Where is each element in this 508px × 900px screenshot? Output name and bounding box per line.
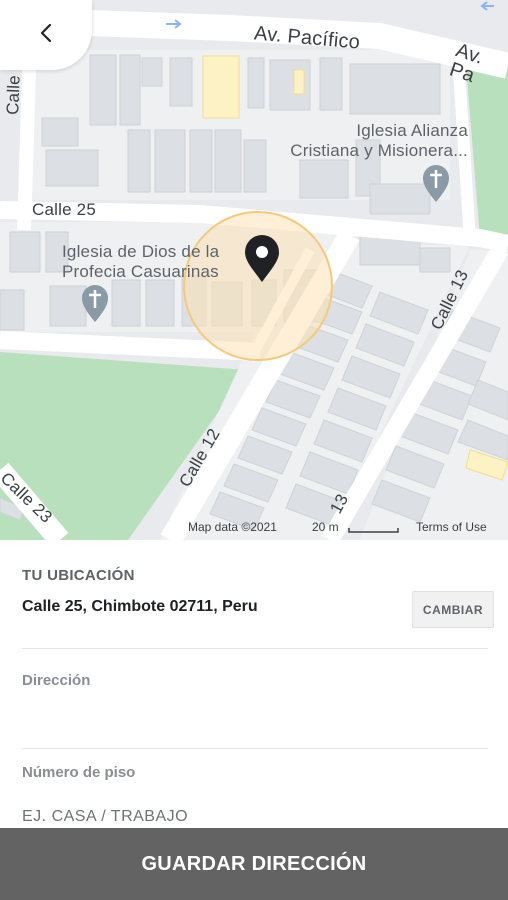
direccion-input[interactable] xyxy=(22,702,488,732)
street-label: Calle 25 xyxy=(32,200,96,219)
save-address-button[interactable]: GUARDAR DIRECCIÓN xyxy=(0,828,508,900)
poi-label-line: Iglesia de Dios de la xyxy=(62,242,220,261)
piso-label: Número de piso xyxy=(22,764,136,781)
divider xyxy=(22,648,488,649)
direccion-label: Dirección xyxy=(22,672,91,689)
back-button[interactable] xyxy=(0,0,92,70)
map-scale-label: 20 m xyxy=(312,520,339,534)
location-section-title: TU UBICACIÓN xyxy=(22,567,135,584)
chevron-left-icon xyxy=(40,23,52,43)
poi-label: Iglesia de Dios de la Profecia Casuarina… xyxy=(62,242,219,282)
poi-label: Iglesia Alianza Cristiana y Misionera... xyxy=(272,121,468,161)
divider xyxy=(22,748,488,749)
current-address: Calle 25, Chimbote 02711, Peru xyxy=(22,598,258,615)
poi-label-line: Iglesia Alianza xyxy=(356,121,468,140)
change-location-button[interactable]: CAMBIAR xyxy=(412,591,494,628)
street-label: Calle xyxy=(3,74,24,116)
map-view[interactable]: Av. Pacífico Av. Pa Calle Calle 25 Calle… xyxy=(0,0,508,540)
map-data-attribution: Map data ©2021 xyxy=(188,520,277,534)
terms-of-use-link[interactable]: Terms of Use xyxy=(416,520,487,534)
poi-label-line: Cristiana y Misionera... xyxy=(290,141,468,160)
location-accuracy-circle xyxy=(183,211,333,361)
poi-label-line: Profecia Casuarinas xyxy=(62,262,219,281)
